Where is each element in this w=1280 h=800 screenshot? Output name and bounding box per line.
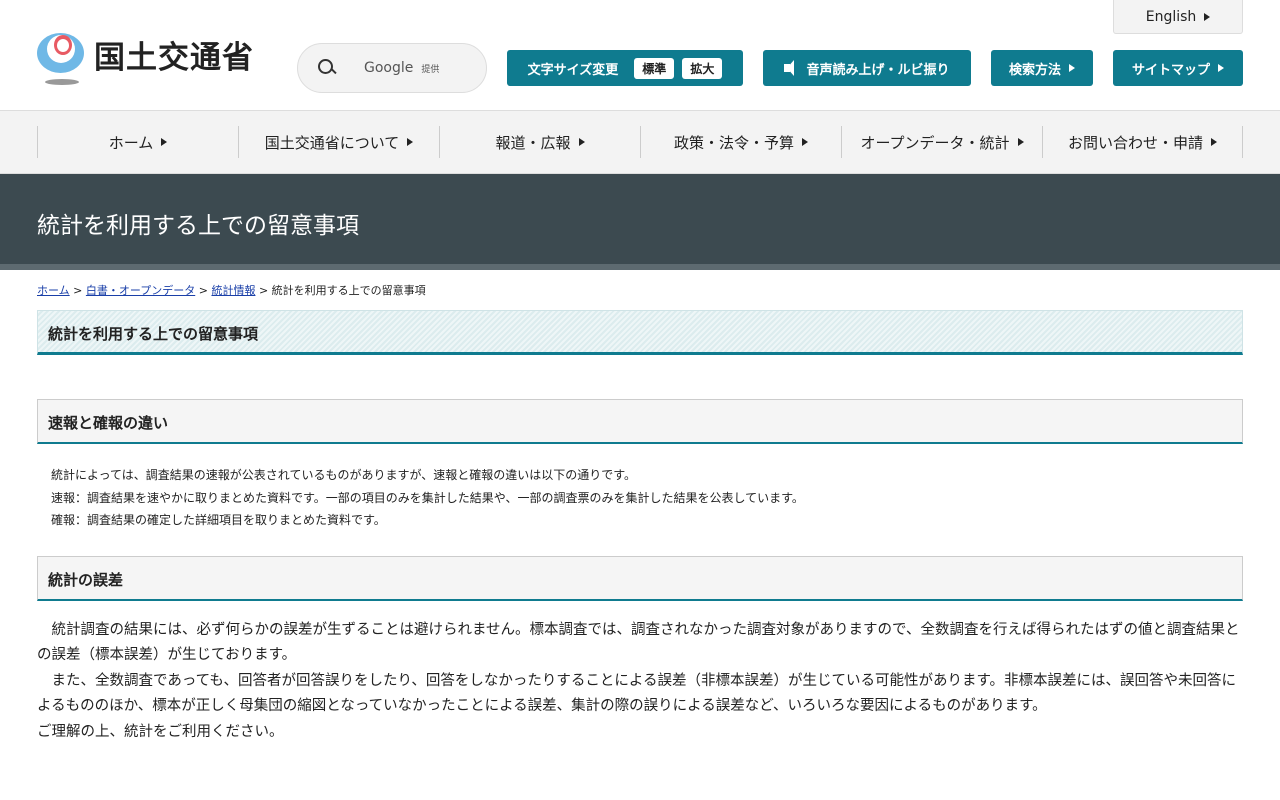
nav-label: オープンデータ・統計 xyxy=(860,133,1010,152)
font-large-button[interactable]: 拡大 xyxy=(682,57,723,79)
nav-label: 政策・法令・予算 xyxy=(673,133,794,152)
section-heading: 速報と確報の違い xyxy=(37,399,1243,444)
nav-contact[interactable]: お問い合わせ・申請 xyxy=(1042,126,1243,158)
logo-text: 国土交通省 xyxy=(94,39,254,76)
paragraph: 速報：調査結果を速やかに取りまとめた資料です。一部の項目のみを集計した結果や、一… xyxy=(51,490,804,505)
nav-policy[interactable]: 政策・法令・予算 xyxy=(640,126,841,158)
paragraph: 確報：調査結果の確定した詳細項目を取りまとめた資料です。 xyxy=(51,513,386,527)
breadcrumb: ホーム > 白書・オープンデータ > 統計情報 > 統計を利用する上での留意事項 xyxy=(37,282,1243,298)
logo-mark-icon xyxy=(37,33,85,87)
paragraph: 統計調査の結果には、必ず何らかの誤差が生ずることは避けられません。標本調査では、… xyxy=(37,621,1240,664)
arrow-right-icon xyxy=(1017,138,1024,146)
breadcrumb-opendata[interactable]: 白書・オープンデータ xyxy=(86,284,195,297)
arrow-right-icon xyxy=(1218,64,1224,72)
paragraph: ご理解の上、統計をご利用ください。 xyxy=(37,723,284,740)
nav-label: ホーム xyxy=(108,133,154,152)
site-header: 国土交通省 Google 提供 English 文字サイズ変更 標準 拡大 音声… xyxy=(0,0,1280,111)
read-aloud-label: 音声読み上げ・ルビ振り xyxy=(806,62,950,78)
search-method-button[interactable]: 検索方法 xyxy=(991,50,1093,86)
breadcrumb-stats[interactable]: 統計情報 xyxy=(211,284,255,297)
search-brand: Google xyxy=(364,60,414,76)
font-size-control: 文字サイズ変更 標準 拡大 xyxy=(507,50,743,86)
breadcrumb-sep: > xyxy=(198,284,208,297)
breadcrumb-home[interactable]: ホーム xyxy=(37,284,70,297)
arrow-right-icon xyxy=(578,138,585,146)
section-heading: 統計の誤差 xyxy=(37,555,1243,601)
nav-about[interactable]: 国土交通省について xyxy=(238,126,439,158)
arrow-right-icon xyxy=(407,138,414,146)
section-body: 統計によっては、調査結果の速報が公表されているものがありますが、速報と確報の違い… xyxy=(51,464,1229,532)
nav-opendata[interactable]: オープンデータ・統計 xyxy=(841,126,1042,158)
nav-press[interactable]: 報道・広報 xyxy=(439,126,640,158)
arrow-right-icon xyxy=(1204,12,1211,21)
mlit-logo[interactable]: 国土交通省 xyxy=(37,33,254,87)
read-aloud-button[interactable]: 音声読み上げ・ルビ振り xyxy=(763,50,971,86)
sitemap-button[interactable]: サイトマップ xyxy=(1113,50,1243,86)
paragraph: また、全数調査であっても、回答者が回答誤りをしたり、回答をしなかったりすることに… xyxy=(37,672,1236,715)
search-provided: 提供 xyxy=(421,64,440,75)
speaker-icon xyxy=(784,60,795,76)
page-title: 統計を利用する上での留意事項 xyxy=(37,310,1243,355)
breadcrumb-current: 統計を利用する上での留意事項 xyxy=(271,284,426,297)
arrow-right-icon xyxy=(161,138,168,146)
search-box[interactable]: Google 提供 xyxy=(297,43,487,93)
sitemap-label: サイトマップ xyxy=(1131,62,1210,78)
english-label: English xyxy=(1145,8,1197,25)
font-standard-button[interactable]: 標準 xyxy=(634,57,675,79)
arrow-right-icon xyxy=(1069,64,1075,72)
search-method-label: 検索方法 xyxy=(1008,62,1061,78)
breadcrumb-sep: > xyxy=(73,284,83,297)
nav-label: お問い合わせ・申請 xyxy=(1067,133,1203,152)
page-banner: 統計を利用する上での留意事項 xyxy=(0,174,1280,270)
nav-home[interactable]: ホーム xyxy=(37,126,238,158)
arrow-right-icon xyxy=(1211,138,1217,146)
global-nav: ホーム 国土交通省について 報道・広報 政策・法令・予算 オープンデータ・統計 … xyxy=(0,111,1280,174)
section-body: 統計調査の結果には、必ず何らかの誤差が生ずることは避けられません。標本調査では、… xyxy=(37,618,1243,746)
nav-label: 国土交通省について xyxy=(264,133,400,152)
font-size-label: 文字サイズ変更 xyxy=(527,62,619,78)
arrow-right-icon xyxy=(802,138,808,146)
paragraph: 統計によっては、調査結果の速報が公表されているものがありますが、速報と確報の違い… xyxy=(51,468,637,482)
english-button[interactable]: English xyxy=(1113,0,1243,34)
search-icon[interactable] xyxy=(318,59,336,77)
nav-label: 報道・広報 xyxy=(495,133,571,152)
breadcrumb-sep: > xyxy=(258,284,269,297)
